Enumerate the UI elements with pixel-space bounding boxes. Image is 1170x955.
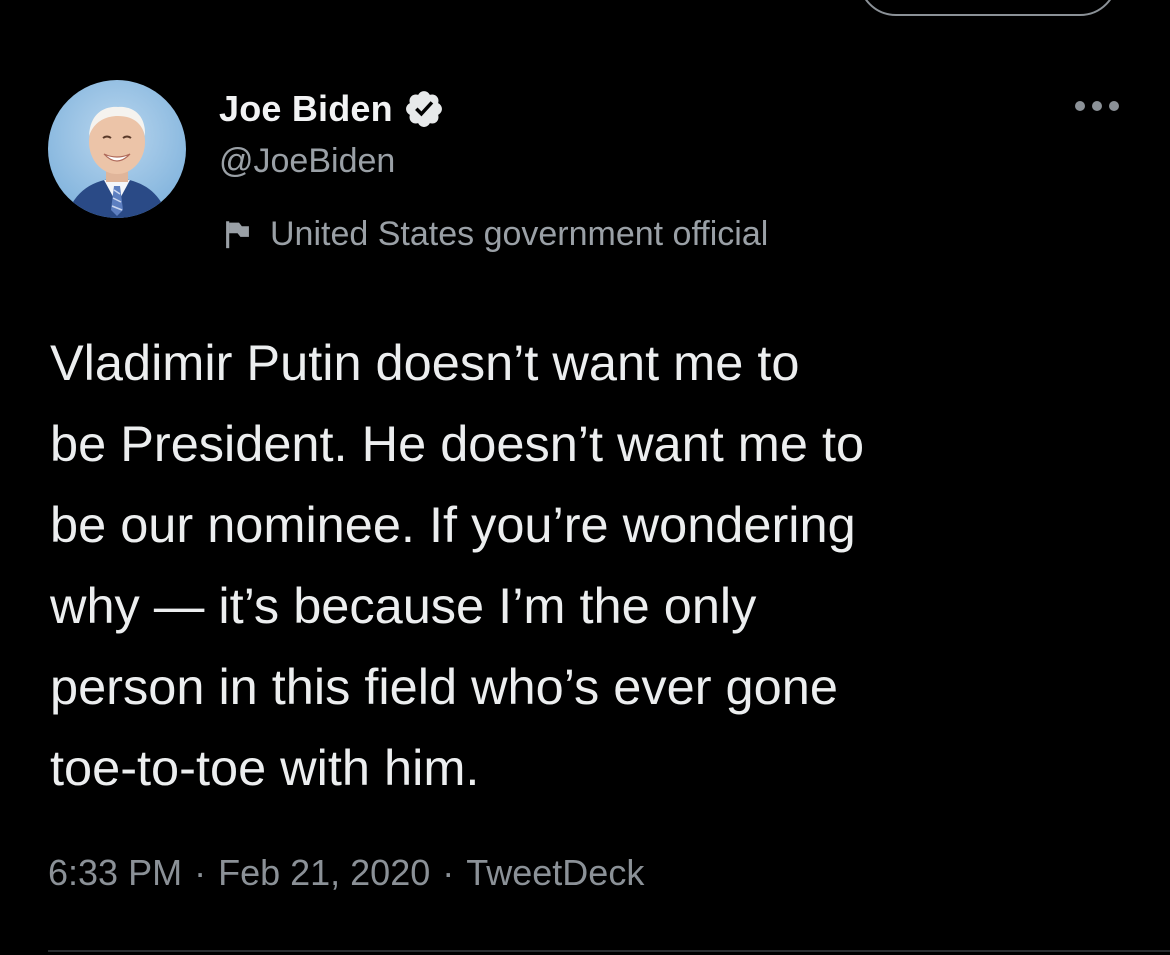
divider bbox=[48, 950, 1170, 952]
avatar[interactable] bbox=[48, 80, 186, 218]
account-label-text: United States government official bbox=[270, 214, 769, 253]
profile-photo bbox=[48, 80, 186, 218]
tweet-time[interactable]: 6:33 PM bbox=[48, 852, 182, 894]
more-horizontal-icon[interactable] bbox=[1072, 96, 1122, 116]
meta-separator: · bbox=[442, 852, 455, 893]
follow-button-partial[interactable] bbox=[858, 0, 1118, 16]
tweet-source[interactable]: TweetDeck bbox=[466, 852, 644, 894]
flag-icon bbox=[222, 217, 256, 251]
tweet-date[interactable]: Feb 21, 2020 bbox=[218, 852, 430, 894]
meta-separator: · bbox=[194, 852, 207, 893]
user-handle[interactable]: @JoeBiden bbox=[219, 142, 395, 181]
display-name[interactable]: Joe Biden bbox=[219, 88, 393, 130]
tweet-text: Vladimir Putin doesn’t want me to be Pre… bbox=[50, 334, 865, 796]
account-label[interactable]: United States government official bbox=[222, 212, 768, 256]
author-name-row[interactable]: Joe Biden bbox=[219, 82, 445, 136]
verified-badge-icon bbox=[403, 88, 445, 130]
tweet-meta: 6:33 PM · Feb 21, 2020 · TweetDeck bbox=[48, 852, 644, 894]
